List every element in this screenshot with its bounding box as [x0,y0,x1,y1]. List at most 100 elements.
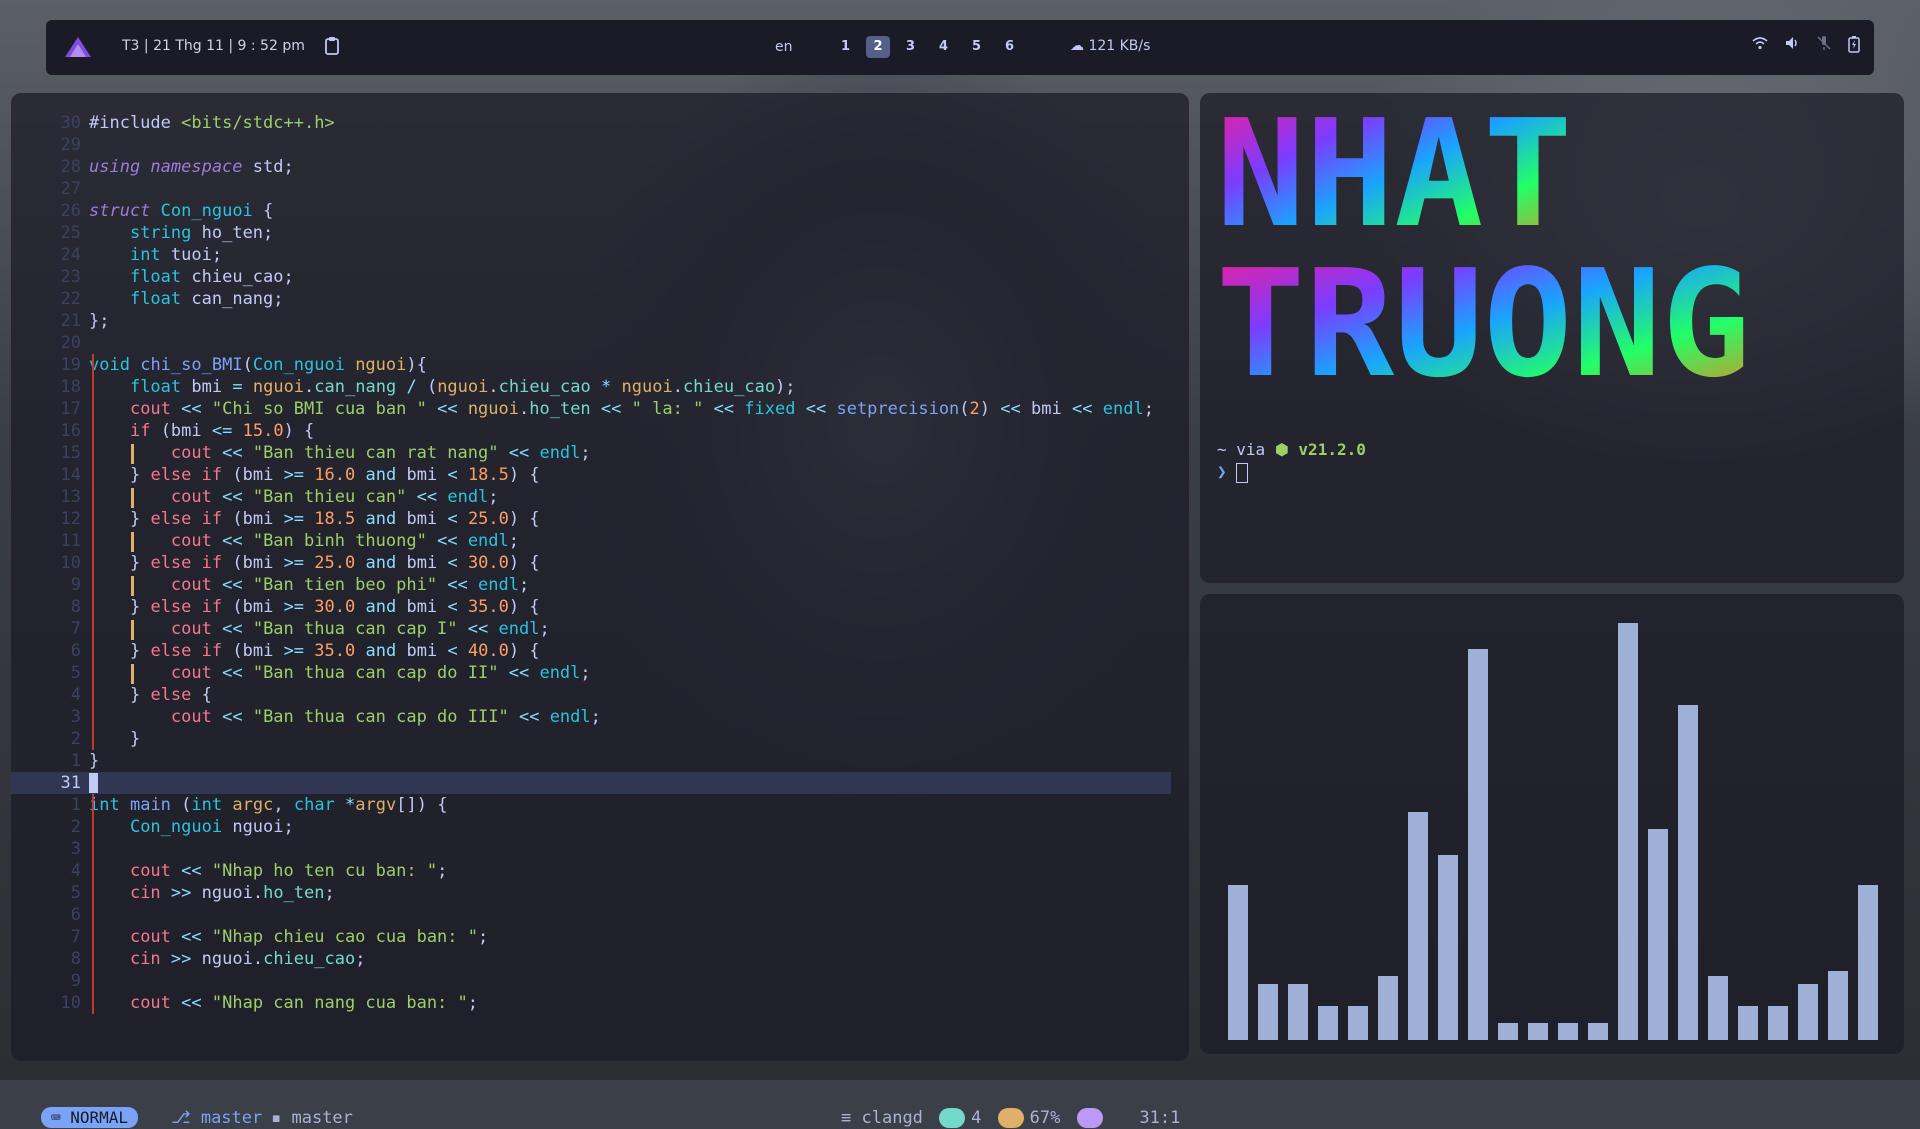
code-line[interactable]: 4 } else { [11,684,1171,706]
line-text: cout << "Ban thua can cap do II" << endl… [170,663,591,683]
code-line[interactable]: 27 [11,178,1171,200]
code-line[interactable]: 15 cout << "Ban thieu can rat nang" << e… [11,442,1171,464]
visualizer-bar [1378,975,1399,1040]
statusline: ⌨ NORMAL ⎇ master ▪ master ≡ clangd 4 67… [31,1107,1181,1129]
code-line[interactable]: 5 cout << "Ban thua can cap do II" << en… [11,662,1171,684]
workspace-4[interactable]: 4 [927,36,960,58]
line-number: 31 [60,773,81,793]
code-line[interactable]: 7 cout << "Nhap chieu cao cua ban: "; [11,926,1171,948]
code-line[interactable]: 22 float can_nang; [11,288,1171,310]
code-line[interactable]: 4 cout << "Nhap ho ten cu ban: "; [11,860,1171,882]
neovim-editor[interactable]: 30 #include <bits/stdc++.h> 29 28 using name… [11,93,1189,1128]
line-number: 23 [60,267,81,287]
code-line[interactable]: 6 [11,904,1171,926]
line-text: cin >> nguoi.chieu_cao; [129,949,366,969]
code-line[interactable]: 14 } else if (bmi >= 16.0 and bmi < 18.5… [11,464,1171,486]
line-text: cout << "Ban thua can cap do III" << end… [170,707,601,727]
code-line[interactable]: 30 #include <bits/stdc++.h> [11,112,1171,134]
line-text: } else if (bmi >= 30.0 and bmi < 35.0) { [129,597,540,617]
line-number: 7 [70,619,81,639]
line-number: 4 [70,861,81,881]
code-line[interactable]: 19 void chi_so_BMI(Con_nguoi nguoi){ [11,354,1171,376]
line-number: 17 [60,399,81,419]
line-text: } else { [129,685,212,705]
code-line[interactable]: 10 } else if (bmi >= 25.0 and bmi < 30.0… [11,552,1171,574]
banner-line-1: NHAT [1216,93,1572,260]
git-branch-secondary: ▪ master [271,1108,353,1128]
code-buffer[interactable]: 30 #include <bits/stdc++.h> 29 28 using name… [11,112,1171,1014]
audio-visualizer [1200,594,1904,1054]
line-text: struct Con_nguoi { [89,201,274,221]
line-text: } [89,751,100,771]
line-text: if (bmi <= 15.0) { [129,421,315,441]
code-line[interactable]: 23 float chieu_cao; [11,266,1171,288]
line-number: 25 [60,223,81,243]
code-line[interactable]: 21}; [11,310,1171,332]
workspace-1[interactable]: 1 [829,36,862,58]
code-line[interactable]: 2 Con_nguoi nguoi; [11,816,1171,838]
code-line[interactable]: 3 cout << "Ban thua can cap do III" << e… [11,706,1171,728]
code-line[interactable]: 11 cout << "Ban binh thuong" << endl; [11,530,1171,552]
code-line[interactable]: 9 [11,970,1171,992]
line-number: 22 [60,289,81,309]
line-number: 19 [60,355,81,375]
ascii-banner: NHAT TRUONG [1216,93,1751,410]
code-line[interactable]: 12 } else if (bmi >= 18.5 and bmi < 25.0… [11,508,1171,530]
code-line[interactable]: 25 string ho_ten; [11,222,1171,244]
volume-icon[interactable] [1784,35,1800,51]
lsp-badge-icon [939,1108,966,1128]
line-text: cout << "Chi so BMI cua ban " << nguoi.h… [129,399,1154,419]
visualizer-bar [1348,1005,1369,1040]
code-line[interactable]: 6 } else if (bmi >= 35.0 and bmi < 40.0)… [11,640,1171,662]
code-line[interactable]: 7 cout << "Ban thua can cap I" << endl; [11,618,1171,640]
code-line[interactable]: 8 } else if (bmi >= 30.0 and bmi < 35.0)… [11,596,1171,618]
battery-icon[interactable] [1848,35,1860,53]
code-line[interactable]: 8 cin >> nguoi.chieu_cao; [11,948,1171,970]
code-line[interactable]: 29 [11,134,1171,156]
line-number: 7 [70,927,81,947]
visualizer-bar [1468,648,1489,1040]
code-line[interactable]: 2 } [11,728,1171,750]
workspace-2[interactable]: 2 [866,36,890,58]
workspace-switcher: 123456 [829,36,1026,58]
indent-guide [131,576,134,596]
terminal-window[interactable]: NHAT TRUONG ~ via ⬢ v21.2.0 ❯ [1200,93,1904,583]
code-line[interactable]: 1 int main (int argc, char *argv[]) { [11,794,1171,816]
line-text: int tuoi; [129,245,223,265]
code-line[interactable]: 1} [11,750,1171,772]
line-number: 1 [70,751,81,771]
code-line[interactable]: 13 cout << "Ban thieu can" << endl; [11,486,1171,508]
code-line[interactable]: 5 cin >> nguoi.ho_ten; [11,882,1171,904]
shell-prompt[interactable]: ~ via ⬢ v21.2.0 ❯ [1217,439,1366,483]
workspace-3[interactable]: 3 [894,36,927,58]
line-text: using namespace std; [89,157,294,177]
arch-logo-icon[interactable] [64,36,92,58]
clipboard-icon[interactable] [324,36,340,56]
code-line[interactable]: 18 float bmi = nguoi.can_nang / (nguoi.c… [11,376,1171,398]
line-text: string ho_ten; [129,223,274,243]
line-number: 5 [70,883,81,903]
line-text: cout << "Ban thieu can rat nang" << endl… [170,443,591,463]
line-text: cout << "Nhap chieu cao cua ban: "; [129,927,489,947]
code-line[interactable]: 26 struct Con_nguoi { [11,200,1171,222]
line-text: cout << "Ban thua can cap I" << endl; [170,619,550,639]
line-number: 20 [60,333,81,353]
keyboard-language[interactable]: en [775,39,793,55]
code-line[interactable]: 10 cout << "Nhap can nang cua ban: "; [11,992,1171,1014]
line-text: cout << "Nhap can nang cua ban: "; [129,993,479,1013]
code-line[interactable]: 3 [11,838,1171,860]
workspace-6[interactable]: 6 [993,36,1026,58]
wifi-icon[interactable] [1752,35,1768,51]
workspace-5[interactable]: 5 [960,36,993,58]
code-line[interactable]: 16 if (bmi <= 15.0) { [11,420,1171,442]
code-line[interactable]: 17 cout << "Chi so BMI cua ban " << nguo… [11,398,1171,420]
line-number: 13 [60,487,81,507]
code-line[interactable]: 20 [11,332,1171,354]
visualizer-bar [1618,622,1639,1040]
code-line[interactable]: 28 using namespace std; [11,156,1171,178]
microphone-muted-icon[interactable] [1816,35,1832,51]
code-line[interactable]: 24 int tuoi; [11,244,1171,266]
current-line[interactable]: 31 [11,772,1171,794]
code-line[interactable]: 9 cout << "Ban tien beo phi" << endl; [11,574,1171,596]
line-text: } else if (bmi >= 35.0 and bmi < 40.0) { [129,641,540,661]
